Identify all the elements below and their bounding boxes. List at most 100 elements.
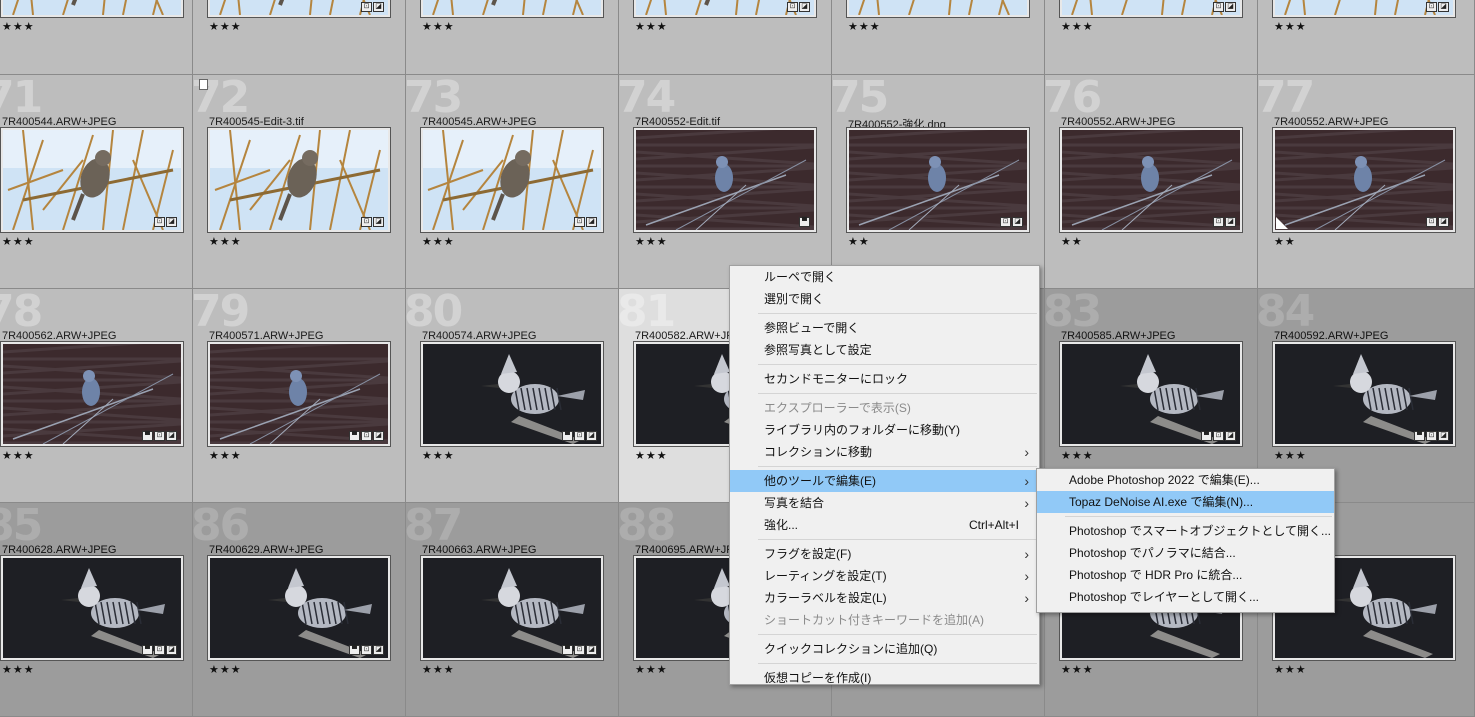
crop-badge-icon[interactable]: ⊡ bbox=[1213, 217, 1224, 227]
edit-badge-icon[interactable]: ◪ bbox=[1012, 217, 1023, 227]
crop-badge-icon[interactable]: ⊡ bbox=[154, 431, 165, 441]
crop-badge-icon[interactable]: ⊡ bbox=[361, 645, 372, 655]
menu-item[interactable]: Photoshop で HDR Pro に統合... bbox=[1037, 564, 1334, 586]
star-rating[interactable]: ★★★ bbox=[209, 449, 242, 462]
photo-cell[interactable]: ★★★ bbox=[832, 0, 1045, 75]
comment-badge-icon[interactable]: ▀ bbox=[349, 645, 360, 655]
crop-badge-icon[interactable]: ⊡ bbox=[1426, 2, 1437, 12]
edit-badge-icon[interactable]: ◪ bbox=[586, 217, 597, 227]
star-rating[interactable]: ★★★ bbox=[1061, 449, 1094, 462]
photo-cell[interactable]: 717R400544.ARW+JPEG★★★⊡◪ bbox=[0, 75, 193, 289]
photo-cell[interactable]: ★★★ ⊡ ◪ bbox=[619, 0, 832, 75]
crop-badge-icon[interactable]: ⊡ bbox=[574, 645, 585, 655]
menu-item[interactable]: 選別で開く bbox=[730, 288, 1039, 310]
crop-badge-icon[interactable]: ⊡ bbox=[361, 2, 372, 12]
comment-badge-icon[interactable]: ▀ bbox=[142, 645, 153, 655]
star-rating[interactable]: ★★★ bbox=[2, 20, 35, 33]
menu-item[interactable]: 強化... Ctrl+Alt+I bbox=[730, 514, 1039, 536]
photo-cell[interactable]: ★★★ bbox=[406, 0, 619, 75]
photo-cell[interactable]: 77 7R400552.ARW+JPEG ★★ ⊡ ◪ bbox=[1258, 75, 1475, 289]
photo-cell[interactable]: ★★★ ⊡ ◪ bbox=[1045, 0, 1258, 75]
menu-item[interactable]: ライブラリ内のフォルダーに移動(Y) bbox=[730, 419, 1039, 441]
crop-badge-icon[interactable]: ⊡ bbox=[1426, 431, 1437, 441]
menu-item[interactable]: セカンドモニターにロック bbox=[730, 368, 1039, 390]
photo-thumbnail[interactable] bbox=[210, 344, 388, 444]
crop-badge-icon[interactable]: ⊡ bbox=[574, 217, 585, 227]
crop-badge-icon[interactable]: ⊡ bbox=[1426, 217, 1437, 227]
edit-badge-icon[interactable]: ◪ bbox=[586, 645, 597, 655]
crop-badge-icon[interactable]: ⊡ bbox=[154, 645, 165, 655]
comment-badge-icon[interactable]: ▀ bbox=[142, 431, 153, 441]
edit-badge-icon[interactable]: ◪ bbox=[166, 217, 177, 227]
photo-thumbnail[interactable] bbox=[849, 130, 1027, 230]
menu-item[interactable]: カラーラベルを設定(L) › bbox=[730, 587, 1039, 609]
crop-badge-icon[interactable]: ⊡ bbox=[154, 217, 165, 227]
star-rating[interactable]: ★★★ bbox=[2, 663, 35, 676]
menu-item[interactable]: 他のツールで編集(E) › bbox=[730, 470, 1039, 492]
menu-item[interactable]: Photoshop でレイヤーとして開く... bbox=[1037, 586, 1334, 608]
menu-item[interactable]: Photoshop でスマートオブジェクトとして開く... bbox=[1037, 520, 1334, 542]
photo-thumbnail[interactable] bbox=[1062, 344, 1240, 444]
flag-icon[interactable] bbox=[199, 79, 208, 90]
star-rating[interactable]: ★★★ bbox=[1274, 449, 1307, 462]
star-rating[interactable]: ★★★ bbox=[1274, 663, 1307, 676]
star-rating[interactable]: ★★★ bbox=[422, 449, 455, 462]
photo-cell[interactable]: 74 7R400552-Edit.tif ★★★ ▀ bbox=[619, 75, 832, 289]
menu-item[interactable]: 参照写真として設定 bbox=[730, 339, 1039, 361]
menu-item[interactable]: Photoshop でパノラマに結合... bbox=[1037, 542, 1334, 564]
edit-badge-icon[interactable]: ◪ bbox=[1225, 2, 1236, 12]
photo-thumbnail[interactable] bbox=[1275, 344, 1453, 444]
comment-badge-icon[interactable]: ▀ bbox=[562, 645, 573, 655]
crop-badge-icon[interactable]: ⊡ bbox=[1000, 217, 1011, 227]
photo-cell[interactable]: 86 7R400629.ARW+JPEG ★★★ ▀ ⊡ ◪ bbox=[193, 503, 406, 717]
star-rating[interactable]: ★★★ bbox=[209, 235, 242, 248]
photo-thumbnail[interactable] bbox=[3, 344, 181, 444]
menu-item[interactable]: Adobe Photoshop 2022 で編集(E)... bbox=[1037, 469, 1334, 491]
comment-badge-icon[interactable]: ▀ bbox=[1414, 431, 1425, 441]
menu-item[interactable]: ルーペで開く bbox=[730, 266, 1039, 288]
star-rating[interactable]: ★★★ bbox=[422, 235, 455, 248]
star-rating[interactable]: ★★★ bbox=[1061, 663, 1094, 676]
edit-badge-icon[interactable]: ◪ bbox=[373, 2, 384, 12]
photo-cell[interactable]: 80 7R400574.ARW+JPEG ★★★ ▀ ⊡ ◪ bbox=[406, 289, 619, 503]
edit-badge-icon[interactable]: ◪ bbox=[1438, 2, 1449, 12]
photo-cell[interactable]: 857R400628.ARW+JPEG★★★▀⊡◪ bbox=[0, 503, 193, 717]
photo-cell[interactable]: ★★★ ⊡ ◪ bbox=[1258, 0, 1475, 75]
photo-thumbnail[interactable] bbox=[636, 130, 814, 230]
star-rating[interactable]: ★★★ bbox=[1274, 20, 1307, 33]
photo-thumbnail[interactable] bbox=[849, 0, 1027, 15]
star-rating[interactable]: ★★★ bbox=[422, 663, 455, 676]
photo-thumbnail[interactable] bbox=[423, 0, 601, 15]
crop-badge-icon[interactable]: ⊡ bbox=[1213, 2, 1224, 12]
star-rating[interactable]: ★★★ bbox=[422, 20, 455, 33]
comment-badge-icon[interactable]: ▀ bbox=[1201, 431, 1212, 441]
photo-thumbnail[interactable] bbox=[423, 558, 601, 658]
photo-cell[interactable]: 75 7R400552-強化.dng ★★ ⊡ ◪ bbox=[832, 75, 1045, 289]
photo-cell[interactable]: 79 7R400571.ARW+JPEG ★★★ ▀ ⊡ ◪ bbox=[193, 289, 406, 503]
edit-badge-icon[interactable]: ◪ bbox=[373, 217, 384, 227]
star-rating[interactable]: ★★ bbox=[1274, 235, 1296, 248]
photo-thumbnail[interactable] bbox=[3, 0, 181, 15]
star-rating[interactable]: ★★★ bbox=[1061, 20, 1094, 33]
star-rating[interactable]: ★★★ bbox=[2, 235, 35, 248]
edit-badge-icon[interactable]: ◪ bbox=[373, 431, 384, 441]
photo-cell[interactable]: 87 7R400663.ARW+JPEG ★★★ ▀ ⊡ ◪ bbox=[406, 503, 619, 717]
crop-badge-icon[interactable]: ⊡ bbox=[1213, 431, 1224, 441]
star-rating[interactable]: ★★★ bbox=[2, 449, 35, 462]
star-rating[interactable]: ★★ bbox=[1061, 235, 1083, 248]
star-rating[interactable]: ★★★ bbox=[635, 235, 668, 248]
photo-cell[interactable]: 73 7R400545.ARW+JPEG ★★★ ⊡ ◪ bbox=[406, 75, 619, 289]
comment-badge-icon[interactable]: ▀ bbox=[349, 431, 360, 441]
crop-badge-icon[interactable]: ⊡ bbox=[574, 431, 585, 441]
photo-cell[interactable]: 787R400562.ARW+JPEG★★★▀⊡◪ bbox=[0, 289, 193, 503]
edit-badge-icon[interactable]: ◪ bbox=[586, 431, 597, 441]
edit-badge-icon[interactable]: ◪ bbox=[166, 645, 177, 655]
edit-badge-icon[interactable]: ◪ bbox=[1438, 431, 1449, 441]
photo-thumbnail[interactable] bbox=[423, 130, 601, 230]
menu-item[interactable]: クイックコレクションに追加(Q) bbox=[730, 638, 1039, 660]
photo-thumbnail[interactable] bbox=[1275, 130, 1453, 230]
menu-item[interactable]: 仮想コピーを作成(I) bbox=[730, 667, 1039, 689]
star-rating[interactable]: ★★★ bbox=[209, 663, 242, 676]
photo-thumbnail[interactable] bbox=[423, 344, 601, 444]
menu-item[interactable]: フラグを設定(F) › bbox=[730, 543, 1039, 565]
